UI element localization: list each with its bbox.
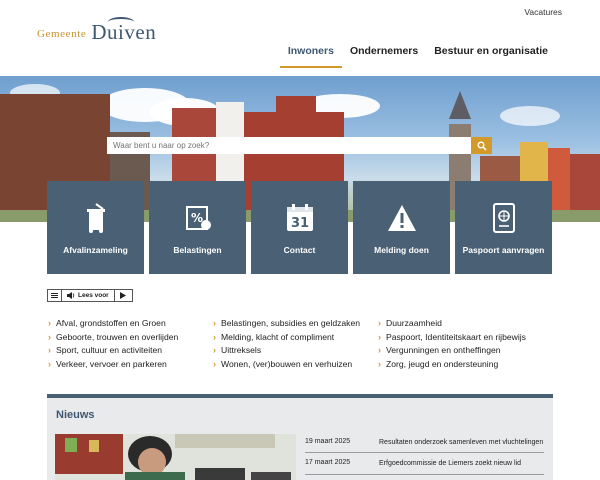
topic-column-2: › Belastingen, subsidies en geldzaken › Me… [213, 318, 378, 369]
topic-column-3: › Duurzaamheid › Paspoort, Identiteitskaar… [378, 318, 526, 369]
topic-link[interactable]: › Zorg, jeugd en ondersteuning [378, 359, 526, 369]
tile-label: Melding doen [374, 245, 429, 255]
search-button[interactable] [471, 137, 492, 154]
tile-paspoort-aanvragen[interactable]: Paspoort aanvragen [455, 181, 552, 274]
passport-icon [487, 201, 521, 235]
tile-melding-doen[interactable]: Melding doen [353, 181, 450, 274]
news-item[interactable]: 17 maart 2025 Erfgoedcommissie de Liemer… [305, 459, 544, 475]
news-headline[interactable]: Resultaten onderzoek samenleven met vluc… [379, 438, 543, 447]
topic-links: › Afval, grondstoffen en Groen › Geboorte,… [48, 318, 526, 369]
topic-link[interactable]: › Belastingen, subsidies en geldzaken [213, 318, 378, 328]
news-item[interactable]: 19 maart 2025 Resultaten onderzoek samen… [305, 438, 544, 454]
news-image[interactable] [55, 434, 296, 480]
nav-bestuur-en-organisatie[interactable]: Bestuur en organisatie [426, 42, 556, 68]
topic-link[interactable]: › Uittreksels [213, 345, 378, 355]
warning-icon [385, 201, 419, 235]
calendar-day-text: 31 [290, 216, 308, 231]
quick-tiles: Afvalinzameling % Belastingen 31 Contact [47, 181, 552, 274]
speaker-icon [67, 292, 75, 299]
tax-document-icon: % [181, 201, 215, 235]
topic-link[interactable]: › Verkeer, vervoer en parkeren [48, 359, 213, 369]
topic-link[interactable]: › Duurzaamheid [378, 318, 526, 328]
topic-link[interactable]: › Geboorte, trouwen en overlijden [48, 332, 213, 342]
news-date: 17 maart 2025 [305, 459, 351, 467]
readspeaker-play-button[interactable] [115, 290, 132, 301]
nav-inwoners[interactable]: Inwoners [279, 42, 342, 68]
readspeaker-menu-button[interactable] [48, 290, 62, 301]
readspeaker-label: Lees voor [78, 292, 109, 299]
tile-label: Contact [283, 245, 316, 255]
news-list: 19 maart 2025 Resultaten onderzoek samen… [305, 438, 544, 480]
tile-afvalinzameling[interactable]: Afvalinzameling [47, 181, 144, 274]
topic-link[interactable]: › Afval, grondstoffen en Groen [48, 318, 213, 328]
logo-gemeente-text: Gemeente [37, 28, 87, 40]
topic-link[interactable]: › Paspoort, Identiteitskaart en rijbewijs [378, 332, 526, 342]
tile-label: Paspoort aanvragen [462, 245, 545, 255]
logo-duiven-text: Duiven [91, 17, 156, 43]
news-section: Nieuws 19 maart 2025 Resultaten onderzoe… [47, 394, 553, 480]
calendar-icon: 31 [283, 201, 317, 235]
topic-column-1: › Afval, grondstoffen en Groen › Geboorte,… [48, 318, 213, 369]
topic-link[interactable]: › Melding, klacht of compliment [213, 332, 378, 342]
news-date: 19 maart 2025 [305, 438, 351, 445]
topic-link[interactable]: › Vergunningen en ontheffingen [378, 345, 526, 355]
search-input[interactable] [107, 137, 471, 154]
tile-label: Belastingen [173, 245, 222, 255]
tile-belastingen[interactable]: % Belastingen [149, 181, 246, 274]
svg-text:%: % [191, 211, 203, 225]
tile-contact[interactable]: 31 Contact [251, 181, 348, 274]
play-icon [120, 292, 127, 299]
readspeaker-bar: Lees voor [47, 289, 133, 302]
topic-link[interactable]: › Wonen, (ver)bouwen en verhuizen [213, 359, 378, 369]
tile-label: Afvalinzameling [63, 245, 128, 255]
nav-ondernemers[interactable]: Ondernemers [342, 42, 426, 68]
topic-link[interactable]: › Sport, cultuur en activiteiten [48, 345, 213, 355]
main-nav: Inwoners Ondernemers Bestuur en organisa… [279, 42, 556, 68]
search-icon [477, 141, 487, 151]
news-headline[interactable]: Erfgoedcommissie de Liemers zoekt nieuw … [379, 459, 521, 468]
site-logo[interactable]: Gemeente Duiven [37, 17, 156, 43]
vacatures-link[interactable]: Vacatures [524, 7, 562, 17]
readspeaker-listen-button[interactable]: Lees voor [62, 290, 115, 301]
news-heading: Nieuws [56, 409, 95, 421]
waste-container-icon [79, 201, 113, 235]
